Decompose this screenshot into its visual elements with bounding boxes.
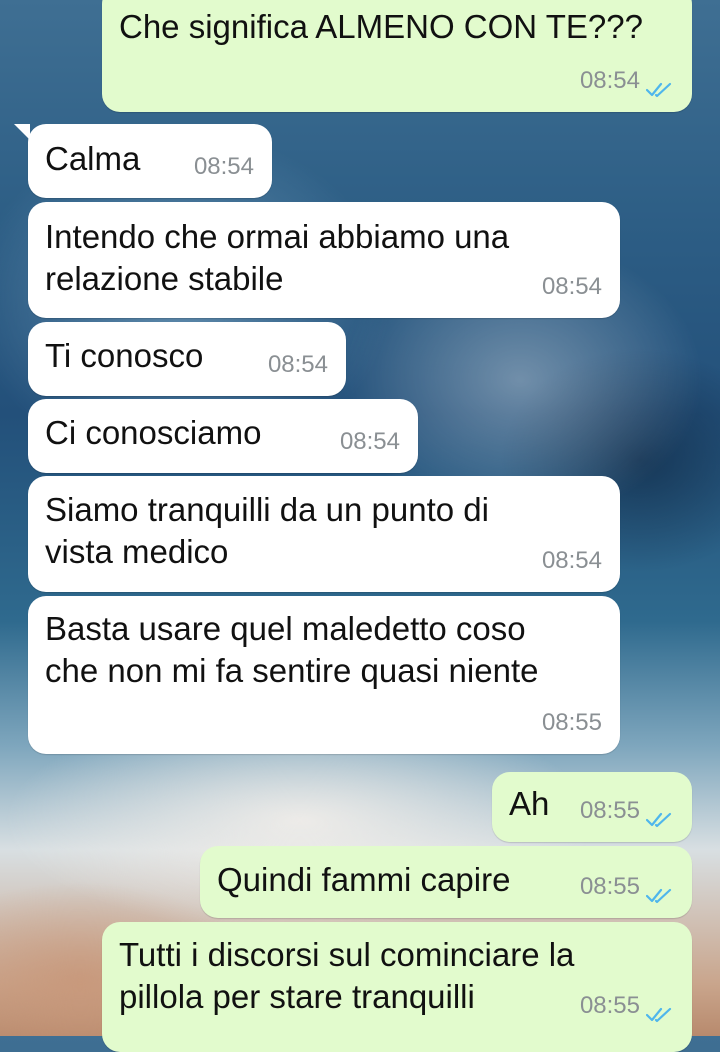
message-text: Siamo tranquilli da un punto di vista me…: [45, 491, 489, 570]
message-timestamp: 08:54: [267, 351, 328, 378]
message-text: Quindi fammi capire: [217, 861, 511, 898]
double-check-icon: [646, 82, 672, 98]
message-bubble-outgoing[interactable]: Quindi fammi capire 08:55: [200, 846, 692, 918]
message-timestamp: 08:54: [193, 153, 254, 180]
message-timestamp: 08:55: [579, 873, 640, 900]
message-bubble-outgoing[interactable]: Tutti i discorsi sul cominciare la pillo…: [102, 922, 692, 1052]
message-timestamp: 08:55: [541, 709, 602, 736]
message-bubble-incoming[interactable]: Ci conosciamo 08:54: [28, 399, 418, 473]
message-timestamp: 08:54: [541, 273, 602, 300]
double-check-icon: [646, 812, 672, 828]
message-bubble-incoming[interactable]: Calma 08:54: [14, 124, 272, 198]
message-bubble-incoming[interactable]: Siamo tranquilli da un punto di vista me…: [28, 476, 620, 592]
message-text: Che significa ALMENO CON TE???: [119, 8, 643, 45]
message-bubble-outgoing[interactable]: Ah 08:55: [492, 772, 692, 842]
message-timestamp: 08:55: [579, 797, 640, 824]
message-timestamp: 08:54: [541, 547, 602, 574]
double-check-icon: [646, 888, 672, 904]
message-text: Ti conosco: [45, 337, 204, 374]
double-check-icon: [646, 1007, 672, 1023]
message-bubble-outgoing[interactable]: Che significa ALMENO CON TE??? 08:54: [102, 0, 692, 112]
message-text: Intendo che ormai abbiamo una relazione …: [45, 218, 510, 297]
message-timestamp: 08:55: [579, 992, 640, 1019]
message-text: Ci conosciamo: [45, 414, 262, 451]
message-text: Basta usare quel maledetto coso che non …: [45, 610, 539, 689]
message-text: Calma: [45, 140, 141, 177]
message-bubble-incoming[interactable]: Basta usare quel maledetto coso che non …: [28, 596, 620, 754]
message-timestamp: 08:54: [339, 428, 400, 455]
message-bubble-incoming[interactable]: Intendo che ormai abbiamo una relazione …: [28, 202, 620, 318]
message-bubble-incoming[interactable]: Ti conosco 08:54: [28, 322, 346, 396]
message-text: Ah: [509, 785, 550, 822]
message-timestamp: 08:54: [579, 67, 640, 94]
bubble-tail: [14, 124, 30, 140]
message-text: Tutti i discorsi sul cominciare la pillo…: [119, 936, 575, 1015]
